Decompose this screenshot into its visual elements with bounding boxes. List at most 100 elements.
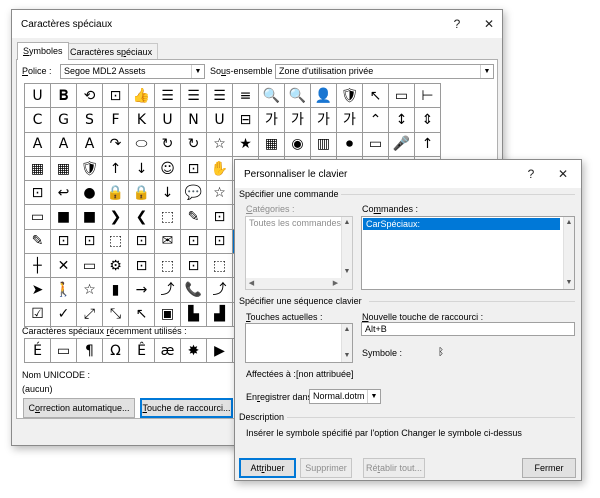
symbol-cell[interactable]: ⊟ xyxy=(233,108,259,133)
symbol-cell[interactable]: ⊡ xyxy=(207,205,233,230)
scroll-right-icon[interactable]: ▶ xyxy=(330,278,341,289)
symbol-cell[interactable]: 𝐁 xyxy=(51,84,77,109)
symbol-cell[interactable]: ▭ xyxy=(363,132,389,157)
symbol-cell[interactable]: ⤡ xyxy=(103,302,129,327)
symbol-cell[interactable]: ■ xyxy=(51,205,77,230)
symbol-cell[interactable]: 🛡 xyxy=(77,156,103,182)
symbol-cell[interactable]: ■ xyxy=(77,205,103,230)
symbol-cell[interactable]: ⬚ xyxy=(155,254,181,279)
symbol-cell[interactable]: S xyxy=(77,108,103,133)
symbol-cell[interactable]: ❮ xyxy=(129,205,155,230)
scroll-down-icon[interactable]: ▼ xyxy=(564,277,574,289)
symbol-cell[interactable]: ◉ xyxy=(285,132,311,157)
symbol-cell[interactable]: ⊡ xyxy=(181,156,207,182)
symbol-cell[interactable]: ⊡ xyxy=(51,229,77,255)
symbol-cell[interactable]: K xyxy=(129,108,155,133)
symbol-cell[interactable]: ⊡ xyxy=(103,84,129,109)
scroll-up-icon[interactable]: ▲ xyxy=(342,324,352,336)
symbol-cell[interactable]: ⊡ xyxy=(25,181,51,206)
close-icon[interactable]: ✕ xyxy=(481,16,497,32)
symbol-cell[interactable]: ⬭ xyxy=(129,132,155,157)
symbol-cell[interactable]: ↕ xyxy=(389,108,415,133)
scrollbar[interactable]: ▲ ▼ xyxy=(341,217,352,278)
symbol-cell[interactable]: A xyxy=(77,132,103,157)
symbol-cell[interactable]: ⊡ xyxy=(181,229,207,255)
symbol-cell[interactable]: ☺ xyxy=(155,156,181,182)
symbol-cell[interactable]: U xyxy=(207,108,233,133)
symbol-cell[interactable]: ⬚ xyxy=(103,229,129,255)
symbol-cell[interactable]: ▦ xyxy=(25,156,51,182)
font-select[interactable]: Segoe MDL2 Assets ▼ xyxy=(60,64,205,79)
close-button[interactable]: Fermer xyxy=(522,458,576,478)
scroll-up-icon[interactable]: ▲ xyxy=(564,217,574,229)
recent-symbol-cell[interactable]: Ω xyxy=(103,339,129,363)
symbol-cell[interactable]: ☆ xyxy=(77,278,103,303)
symbol-cell[interactable]: C xyxy=(25,108,51,133)
autocorrect-button[interactable]: Correction automatique... xyxy=(23,398,135,418)
symbol-cell[interactable]: 가 xyxy=(337,108,363,133)
symbol-cell[interactable]: ✕ xyxy=(51,254,77,279)
symbol-cell[interactable]: ↷ xyxy=(103,132,129,157)
symbol-cell[interactable]: ⊡ xyxy=(77,229,103,255)
symbol-cell[interactable]: ★ xyxy=(233,132,259,157)
symbol-cell[interactable]: ☰ xyxy=(181,84,207,109)
recent-symbol-cell[interactable]: æ xyxy=(155,339,181,363)
symbol-cell[interactable]: ☰ xyxy=(155,84,181,109)
symbol-cell[interactable]: ☰ xyxy=(207,84,233,109)
symbol-cell[interactable]: ↑ xyxy=(415,132,441,157)
symbol-cell[interactable]: ≡ xyxy=(233,84,259,109)
symbol-cell[interactable]: 🔒 xyxy=(103,181,129,206)
symbol-cell[interactable]: ☆ xyxy=(207,181,233,206)
symbol-cell[interactable]: ⇕ xyxy=(415,108,441,133)
symbol-cell[interactable]: F xyxy=(103,108,129,133)
symbol-cell[interactable]: 👍 xyxy=(129,84,155,109)
symbol-cell[interactable]: ⤢ xyxy=(77,302,103,327)
recent-symbol-cell[interactable]: ▶ xyxy=(207,339,233,363)
current-keys-list[interactable]: ▲ ▼ xyxy=(245,323,353,363)
symbol-cell[interactable]: ▭ xyxy=(25,205,51,230)
symbol-cell[interactable]: A xyxy=(25,132,51,157)
symbol-cell[interactable]: 🚶 xyxy=(51,278,77,303)
symbol-cell[interactable]: ⊢ xyxy=(415,84,441,109)
scroll-down-icon[interactable]: ▼ xyxy=(342,266,352,278)
symbol-cell[interactable]: ↓ xyxy=(129,156,155,182)
symbol-cell[interactable]: A xyxy=(51,132,77,157)
symbol-cell[interactable]: ✎ xyxy=(181,205,207,230)
symbol-cell[interactable]: N xyxy=(181,108,207,133)
symbol-cell[interactable]: ● xyxy=(77,181,103,206)
symbol-cell[interactable]: ⚙ xyxy=(103,254,129,279)
symbol-cell[interactable]: ✋ xyxy=(207,156,233,182)
symbol-cell[interactable]: ⌃ xyxy=(363,108,389,133)
symbol-cell[interactable]: ↻ xyxy=(155,132,181,157)
symbol-cell[interactable]: ⊡ xyxy=(207,229,233,255)
symbol-cell[interactable]: ✓ xyxy=(51,302,77,327)
symbol-cell[interactable]: ⊡ xyxy=(181,254,207,279)
symbol-cell[interactable]: ▥ xyxy=(311,132,337,157)
reset-all-button[interactable]: Rétablir tout... xyxy=(363,458,425,478)
symbol-cell[interactable]: ↻ xyxy=(181,132,207,157)
scrollbar[interactable]: ▲ ▼ xyxy=(341,324,352,362)
save-in-select[interactable]: Normal.dotm ▼ xyxy=(309,389,381,404)
symbol-cell[interactable]: → xyxy=(129,278,155,303)
symbol-cell[interactable]: 🔒 xyxy=(129,181,155,206)
symbol-cell[interactable]: ☆ xyxy=(207,132,233,157)
symbol-cell[interactable]: ⬚ xyxy=(155,205,181,230)
symbol-cell[interactable]: ▣ xyxy=(155,302,181,327)
symbol-cell[interactable]: ⏺ xyxy=(337,132,363,157)
symbol-cell[interactable]: ➤ xyxy=(25,278,51,303)
symbol-cell[interactable]: 🔍 xyxy=(259,84,285,109)
symbol-cell[interactable]: ☑ xyxy=(25,302,51,327)
recent-symbol-cell[interactable]: ¶ xyxy=(77,339,103,363)
recent-symbol-cell[interactable]: Ê xyxy=(129,339,155,363)
symbol-cell[interactable]: G xyxy=(51,108,77,133)
symbol-cell[interactable]: 🎤 xyxy=(389,132,415,157)
symbol-cell[interactable]: ⊡ xyxy=(129,254,155,279)
symbol-cell[interactable]: 👤 xyxy=(311,84,337,109)
symbol-cell[interactable]: ↑ xyxy=(103,156,129,182)
symbol-cell[interactable]: U xyxy=(155,108,181,133)
symbol-cell[interactable]: 🛡 xyxy=(337,84,363,109)
help-icon[interactable]: ? xyxy=(523,166,539,182)
symbol-cell[interactable]: ⤴ xyxy=(207,278,233,303)
recent-symbol-cell[interactable]: É xyxy=(25,339,51,363)
scrollbar[interactable]: ▲ ▼ xyxy=(563,217,574,289)
